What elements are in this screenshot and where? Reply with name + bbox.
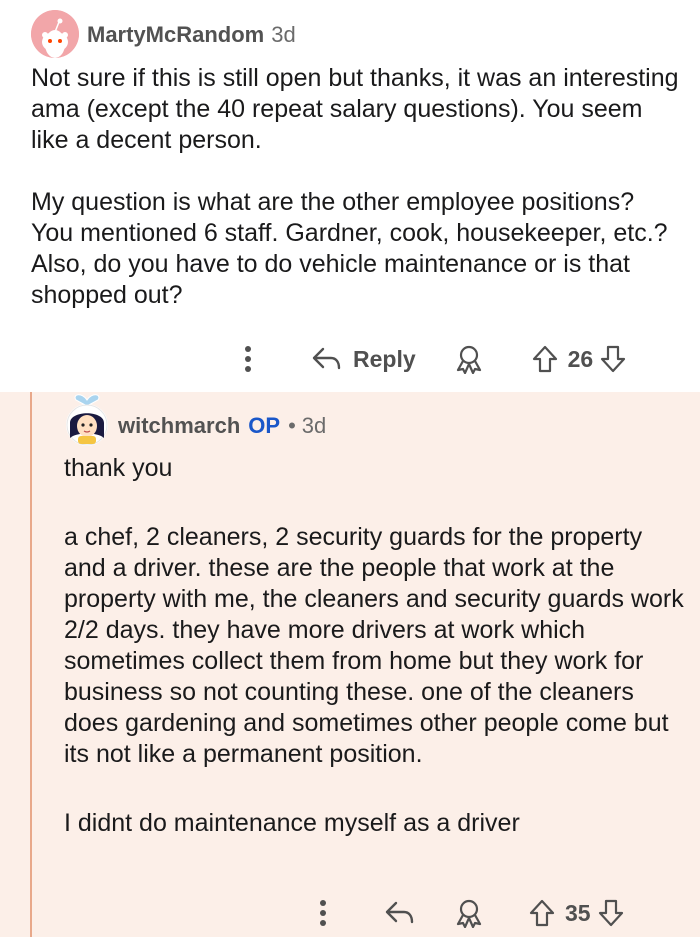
award-button[interactable] bbox=[454, 898, 484, 928]
comment-paragraph: I didnt do maintenance myself as a drive… bbox=[64, 809, 520, 837]
comment-age: 3d bbox=[301, 413, 327, 438]
downvote-button[interactable] bbox=[599, 344, 627, 374]
reply-label: Reply bbox=[353, 345, 416, 372]
user-avatar[interactable] bbox=[31, 10, 79, 58]
comment-paragraph: a chef, 2 cleaners, 2 security guards fo… bbox=[64, 523, 684, 768]
username[interactable]: MartyMcRandom bbox=[87, 22, 264, 48]
thread-line[interactable] bbox=[30, 392, 32, 937]
more-options-button[interactable] bbox=[310, 898, 336, 928]
comment-header: MartyMcRandom 3d bbox=[87, 22, 296, 48]
meta-separator: • bbox=[288, 413, 296, 438]
op-badge: OP bbox=[248, 413, 281, 438]
reply-button[interactable]: Reply bbox=[311, 344, 416, 374]
reply-button[interactable] bbox=[384, 898, 416, 928]
comment-paragraph: thank you bbox=[64, 454, 173, 482]
comment-paragraph: My question is what are the other employ… bbox=[31, 188, 668, 309]
comment-actions: 35 bbox=[310, 898, 625, 928]
upvote-arrow-icon bbox=[529, 899, 555, 927]
downvote-button[interactable] bbox=[597, 898, 625, 928]
snoo-avatar-icon bbox=[31, 10, 79, 58]
more-options-button[interactable] bbox=[235, 344, 261, 374]
comment-body: Not sure if this is still open but thank… bbox=[31, 63, 681, 311]
upvote-button[interactable] bbox=[528, 898, 556, 928]
upvote-button[interactable] bbox=[531, 344, 559, 374]
custom-avatar-icon bbox=[66, 394, 108, 446]
user-avatar[interactable] bbox=[66, 394, 108, 446]
award-button[interactable] bbox=[454, 344, 484, 374]
comment-header: witchmarch OP • 3d bbox=[118, 413, 326, 439]
vote-count: 35 bbox=[565, 899, 591, 926]
downvote-arrow-icon bbox=[601, 345, 626, 373]
more-vertical-icon bbox=[245, 346, 251, 372]
downvote-arrow-icon bbox=[598, 899, 623, 927]
more-vertical-icon bbox=[320, 900, 326, 926]
upvote-arrow-icon bbox=[532, 345, 557, 373]
comment-paragraph: Not sure if this is still open but thank… bbox=[31, 64, 679, 154]
award-icon bbox=[456, 899, 482, 928]
username[interactable]: witchmarch bbox=[118, 413, 240, 439]
comment-actions: Reply 26 bbox=[235, 344, 627, 374]
comment-body: thank you a chef, 2 cleaners, 2 security… bbox=[64, 453, 684, 839]
comment-age: 3d bbox=[271, 22, 296, 47]
comment-marty: MartyMcRandom 3d Not sure if this is sti… bbox=[0, 0, 700, 392]
vote-count: 26 bbox=[567, 345, 594, 372]
reply-arrow-icon bbox=[312, 347, 341, 370]
reply-arrow-icon bbox=[385, 901, 414, 924]
award-icon bbox=[456, 345, 481, 374]
